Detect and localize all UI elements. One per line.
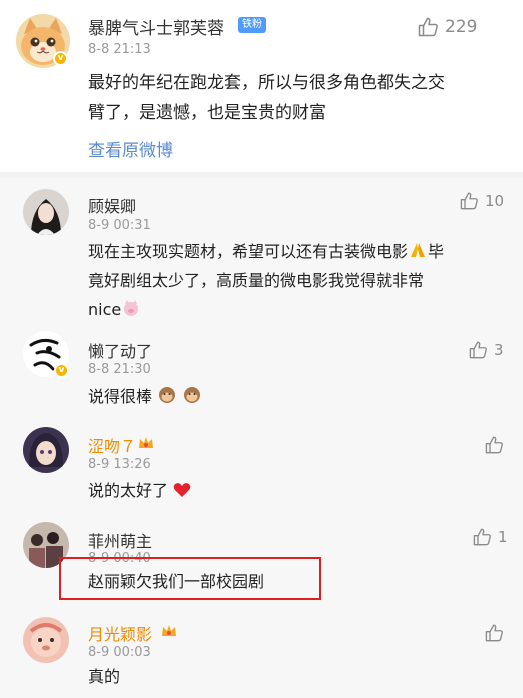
baby-photo-avatar-icon	[23, 617, 69, 663]
reply-text-segment: 现在主攻现实题材，希望可以还有古装微电影	[88, 242, 409, 261]
like-button[interactable]: 10	[460, 192, 504, 210]
crown-icon	[162, 625, 176, 636]
reply-author-name[interactable]: 菲州萌主	[88, 528, 152, 552]
user-photo-icon	[23, 189, 69, 235]
reply-text: 说得很棒	[88, 382, 202, 411]
reply-timestamp: 8-9 00:03	[88, 645, 151, 660]
reply-text-segment: 说得很棒	[88, 387, 153, 406]
like-button[interactable]: 1	[473, 528, 508, 546]
crown-icon	[139, 437, 153, 448]
comment-text-line: 臂了，是遗憾，也是宝贵的财富	[88, 103, 326, 123]
reply-text-segment: 说的太好了	[88, 481, 169, 500]
reply-text: 现在主攻现实题材，希望可以还有古装微电影毕 竟好剧组太少了，高质量的微电影我觉得…	[88, 237, 508, 324]
view-original-link[interactable]: 查看原微博	[88, 136, 173, 161]
reply-timestamp: 8-9 00:31	[88, 218, 151, 233]
reply-timestamp: 8-9 13:26	[88, 457, 151, 472]
thumbs-up-icon	[418, 17, 438, 37]
thumbs-up-icon	[485, 624, 503, 642]
avatar[interactable]	[23, 427, 69, 473]
like-button[interactable]	[485, 436, 510, 454]
reply-text-line: 竟好剧组太少了，高质量的微电影我觉得就非常	[88, 271, 425, 290]
fan-badge: 铁粉	[238, 17, 266, 33]
avatar[interactable]	[23, 189, 69, 235]
verified-badge-icon: v	[54, 363, 69, 378]
reply-text: 真的	[88, 667, 121, 686]
reply-text-line: 现在主攻现实题材，希望可以还有古装微电影毕	[88, 237, 508, 266]
avatar[interactable]	[23, 617, 69, 663]
reply-author-name[interactable]: 顾娱卿	[88, 193, 136, 217]
monkey-face-icon	[184, 387, 201, 403]
verified-badge-icon: v	[53, 51, 68, 66]
reply-text: 说的太好了	[88, 476, 191, 505]
reply-timestamp: 8-8 21:30	[88, 362, 151, 377]
like-button[interactable]: 229	[418, 17, 477, 37]
like-count: 3	[494, 341, 504, 359]
like-count: 1	[498, 528, 508, 546]
like-button[interactable]: 3	[469, 341, 504, 359]
comment-timestamp: 8-8 21:13	[88, 42, 151, 57]
reply-author-name[interactable]: 懒了动了	[88, 338, 152, 362]
reply-author-name[interactable]: 月光颖影	[88, 621, 152, 645]
praying-hands-icon	[411, 243, 426, 257]
thumbs-up-icon	[485, 436, 503, 454]
highlight-annotation-box	[59, 557, 321, 600]
monkey-face-icon	[159, 387, 176, 403]
reply-text-segment: 毕	[428, 242, 445, 261]
like-button[interactable]	[485, 624, 510, 642]
comment-author-name[interactable]: 暴脾气斗士郭芙蓉	[88, 14, 224, 39]
comment-text: 最好的年纪在跑龙套，所以与很多角色都失之交 臂了，是遗憾，也是宝贵的财富	[88, 68, 508, 128]
red-heart-icon	[173, 483, 191, 497]
anime-girl-avatar-icon	[23, 427, 69, 473]
pig-face-icon	[124, 300, 139, 316]
comment-text-line: 最好的年纪在跑龙套，所以与很多角色都失之交	[88, 73, 445, 93]
reply-author-name[interactable]: 涩吻７	[88, 433, 136, 457]
like-count: 10	[485, 192, 505, 210]
reply-text-line: nice	[88, 295, 508, 324]
reply-text-segment: nice	[88, 300, 122, 319]
thumbs-up-icon	[469, 341, 487, 359]
thumbs-up-icon	[473, 528, 491, 546]
like-count: 229	[445, 17, 478, 37]
main-comment: v 暴脾气斗士郭芙蓉 铁粉 8-8 21:13 229 最好的年纪在跑龙套，所以…	[0, 0, 523, 172]
thumbs-up-icon	[460, 192, 478, 210]
